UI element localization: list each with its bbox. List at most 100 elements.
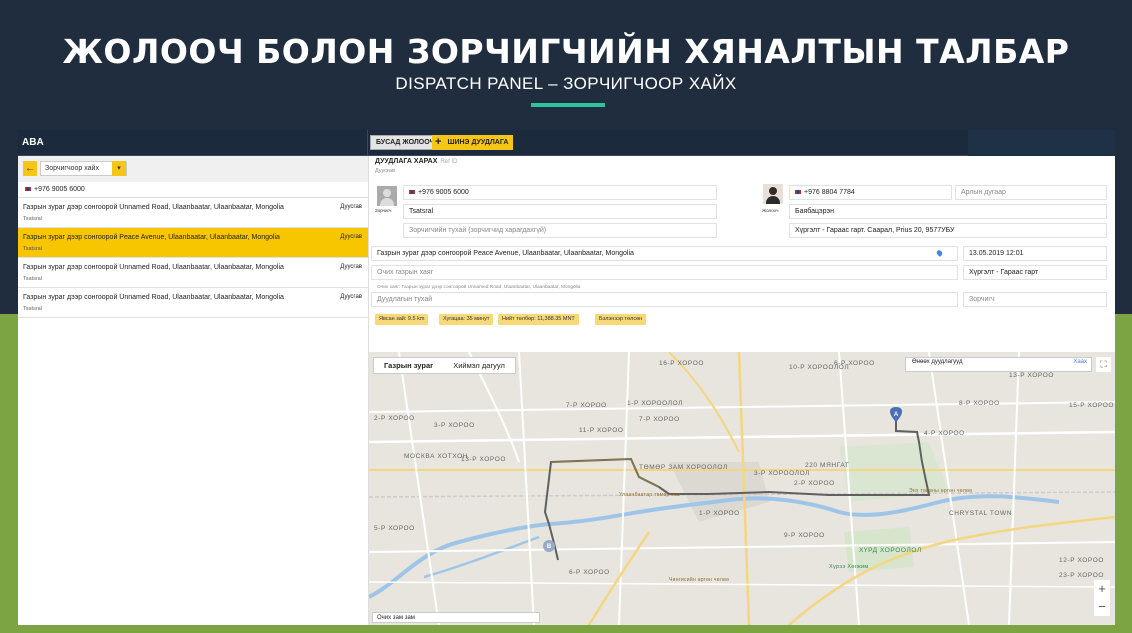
zoom-in-button[interactable]: + bbox=[1094, 580, 1110, 598]
chevron-down-icon[interactable]: ▾ bbox=[112, 161, 126, 176]
other-drivers-button[interactable]: БУСАД ЖОЛООЧ bbox=[370, 135, 441, 150]
role-field[interactable]: Зорчигч bbox=[963, 292, 1107, 307]
mongolia-flag-icon bbox=[25, 187, 31, 191]
passenger-avatar bbox=[377, 186, 397, 206]
ride-status: Дуусгав bbox=[340, 264, 362, 270]
ride-address: Газрын зураг дээр сонгоорой Unnamed Road… bbox=[23, 204, 284, 211]
map-label: ТӨМӨР ЗАМ ХОРООЛОЛ bbox=[639, 464, 728, 471]
map-label: 23-Р ХОРОО bbox=[1059, 572, 1105, 579]
dropoff-marker-b[interactable]: B bbox=[543, 540, 555, 552]
map-label: Улаанбаатар төмөр зам bbox=[619, 492, 681, 498]
search-header: ← Зорчигчоор хайх ▾ bbox=[18, 156, 368, 182]
service-type-field[interactable]: Хүргэлт - Гараас гарт bbox=[963, 265, 1107, 280]
map-label: 220 МЯНГАТ bbox=[805, 462, 850, 469]
mongolia-flag-icon bbox=[795, 190, 801, 194]
panel-title: ДУУДЛАГА ХАРАХ Ref ID bbox=[375, 158, 457, 165]
map-label: 1-Р ХОРОО bbox=[699, 510, 740, 517]
back-arrow-icon[interactable]: ← bbox=[23, 161, 37, 176]
marker-a-label: A bbox=[894, 412, 899, 418]
map-canvas: A B bbox=[369, 352, 1115, 625]
map-label: 2-Р ХОРОО bbox=[794, 480, 835, 487]
topbar-divider bbox=[367, 130, 368, 156]
map-label: 6-Р ХОРОО bbox=[569, 569, 610, 576]
slide-subtitle: DISPATCH PANEL – ЗОРЧИГЧООР ХАЙХ bbox=[395, 74, 737, 93]
ride-status: Дуусгав bbox=[340, 234, 362, 240]
pickup-address-field[interactable]: Газрын зураг дээр сонгоорой Peace Avenue… bbox=[371, 246, 958, 261]
ride-status: Дуусгав bbox=[340, 204, 362, 210]
passenger-name-field[interactable]: Tsatsral bbox=[403, 204, 717, 219]
map-label: 9-Р ХОРОО bbox=[784, 532, 825, 539]
datetime-field[interactable]: 13.05.2019 12:01 bbox=[963, 246, 1107, 261]
ride-list-item[interactable]: Газрын зураг дээр сонгоорой Unnamed Road… bbox=[18, 198, 368, 228]
driver-phone-field[interactable]: +976 8804 7784 bbox=[789, 185, 952, 200]
passenger-label: Зорчигч bbox=[375, 208, 392, 213]
map-type-tabs: Газрын зураг Хиймэл дагуул bbox=[373, 357, 516, 374]
ride-passenger-name: Tsatsral bbox=[23, 276, 42, 282]
phone-search-value: +976 9005 6000 bbox=[34, 186, 85, 193]
passenger-note-field[interactable]: Зорчигчийн тухай (зорчигчид харагдахгүй) bbox=[403, 223, 717, 238]
road-select[interactable]: Очих зам зам bbox=[372, 612, 540, 623]
call-status: Дуусгав bbox=[375, 168, 395, 174]
duration-chip: Хугацаа: 35 минут bbox=[439, 314, 494, 325]
payment-chip: Бэлэнээр төлсөн bbox=[595, 314, 647, 325]
map-label: 7-Р ХОРОО bbox=[566, 402, 607, 409]
map-label: 2-Р ХОРОО bbox=[374, 415, 415, 422]
passenger-phone-field[interactable]: +976 9005 6000 bbox=[403, 185, 717, 200]
ride-list-item[interactable]: Газрын зураг дээр сонгоорой Unnamed Road… bbox=[18, 288, 368, 318]
map-label: ХҮРД ХОРООЛОЛ bbox=[859, 547, 922, 554]
fare-chip: Нийт төлбөр: 11,388.35 MNT bbox=[498, 314, 579, 325]
plus-icon: + bbox=[435, 136, 442, 148]
tab-map[interactable]: Газрын зураг bbox=[374, 358, 443, 373]
map-label: 5-Р ХОРОО bbox=[374, 525, 415, 532]
passenger-phone-value: +976 9005 6000 bbox=[418, 189, 469, 196]
map-label: 15-Р ХОРОО bbox=[1069, 402, 1115, 409]
zoom-control: + − bbox=[1094, 580, 1110, 616]
ride-passenger-name: Tsatsral bbox=[23, 306, 42, 312]
plate-number-field[interactable]: Арлын дугаар bbox=[955, 185, 1107, 200]
map-label: Энх тайвны өргөн чөлөө bbox=[909, 488, 973, 494]
map-label: 16-Р ХОРОО bbox=[659, 360, 705, 367]
map-label: 13-Р ХОРОО bbox=[1009, 372, 1055, 379]
ride-list-item[interactable]: Газрын зураг дээр сонгоорой Peace Avenue… bbox=[18, 228, 368, 258]
phone-search-input[interactable]: +976 9005 6000 bbox=[18, 182, 368, 198]
call-note-field[interactable]: Дуудлагын тухай bbox=[371, 292, 958, 307]
fullscreen-icon[interactable]: ⛶ bbox=[1096, 357, 1111, 372]
ride-passenger-name: Tsatsral bbox=[23, 216, 42, 222]
ride-list: Газрын зураг дээр сонгоорой Unnamed Road… bbox=[18, 198, 368, 318]
close-button[interactable]: Хаах bbox=[1073, 359, 1087, 365]
driver-avatar bbox=[763, 184, 783, 204]
tab-satellite[interactable]: Хиймэл дагуул bbox=[443, 358, 515, 373]
topbar-right-strip bbox=[968, 130, 1115, 156]
ride-passenger-name: Tsatsral bbox=[23, 246, 42, 252]
distance-chip: Явсан зай: 9.5 km bbox=[375, 314, 429, 325]
map-label: Чингисийн өргөн чөлөө bbox=[669, 577, 730, 583]
ride-status: Дуусгав bbox=[340, 294, 362, 300]
map-label: 8-Р ХОРОО bbox=[959, 400, 1000, 407]
app-brand: ABA bbox=[22, 137, 44, 148]
ride-address: Газрын зураг дээр сонгоорой Peace Avenue… bbox=[23, 234, 280, 241]
driver-label: Жолооч bbox=[762, 208, 779, 213]
ref-id: Ref ID bbox=[440, 159, 458, 165]
zoom-out-button[interactable]: − bbox=[1094, 598, 1110, 616]
marker-b-label: B bbox=[547, 544, 552, 550]
ride-address: Газрын зураг дээр сонгоорой Unnamed Road… bbox=[23, 294, 284, 301]
map-label: CHRYSTAL TOWN bbox=[949, 510, 1013, 517]
ride-list-panel: ← Зорчигчоор хайх ▾ +976 9005 6000 Газры… bbox=[18, 156, 369, 625]
driver-phone-value: +976 8804 7784 bbox=[804, 189, 855, 196]
map-label: 12-Р ХОРОО bbox=[1059, 557, 1105, 564]
top-bar: ABA БУСАД ЖОЛООЧ + ШИНЭ ДУУДЛАГА bbox=[18, 130, 1115, 156]
dispatch-app: ABA БУСАД ЖОЛООЧ + ШИНЭ ДУУДЛАГА ← Зорчиг… bbox=[18, 130, 1115, 625]
driver-name-field[interactable]: Баябацэрэн bbox=[789, 204, 1107, 219]
destination-field[interactable]: Очих газрын хаяг bbox=[371, 265, 958, 280]
ride-list-item[interactable]: Газрын зураг дээр сонгоорой Unnamed Road… bbox=[18, 258, 368, 288]
new-call-button[interactable]: + ШИНЭ ДУУДЛАГА bbox=[432, 135, 514, 150]
map-label: 3-Р ХОРООЛОЛ bbox=[754, 470, 811, 477]
panel-title-text: ДУУДЛАГА ХАРАХ bbox=[375, 158, 438, 165]
accent-bar bbox=[531, 103, 605, 107]
today-calls-box: Өнөөх дуудлагууд Хаах bbox=[905, 357, 1092, 372]
map-label: 10-Р ХОРООЛОЛ bbox=[789, 364, 850, 371]
driver-vehicle-field[interactable]: Хүргэлт - Гараас гарт. Саарал, Prius 20,… bbox=[789, 223, 1107, 238]
map-label: 4-Р ХОРОО bbox=[924, 430, 965, 437]
route-map[interactable]: A B 16-Р ХОРОО 6-Р ХОРОО 10-Р ХОРООЛОЛ 7… bbox=[369, 352, 1115, 625]
mongolia-flag-icon bbox=[409, 190, 415, 194]
